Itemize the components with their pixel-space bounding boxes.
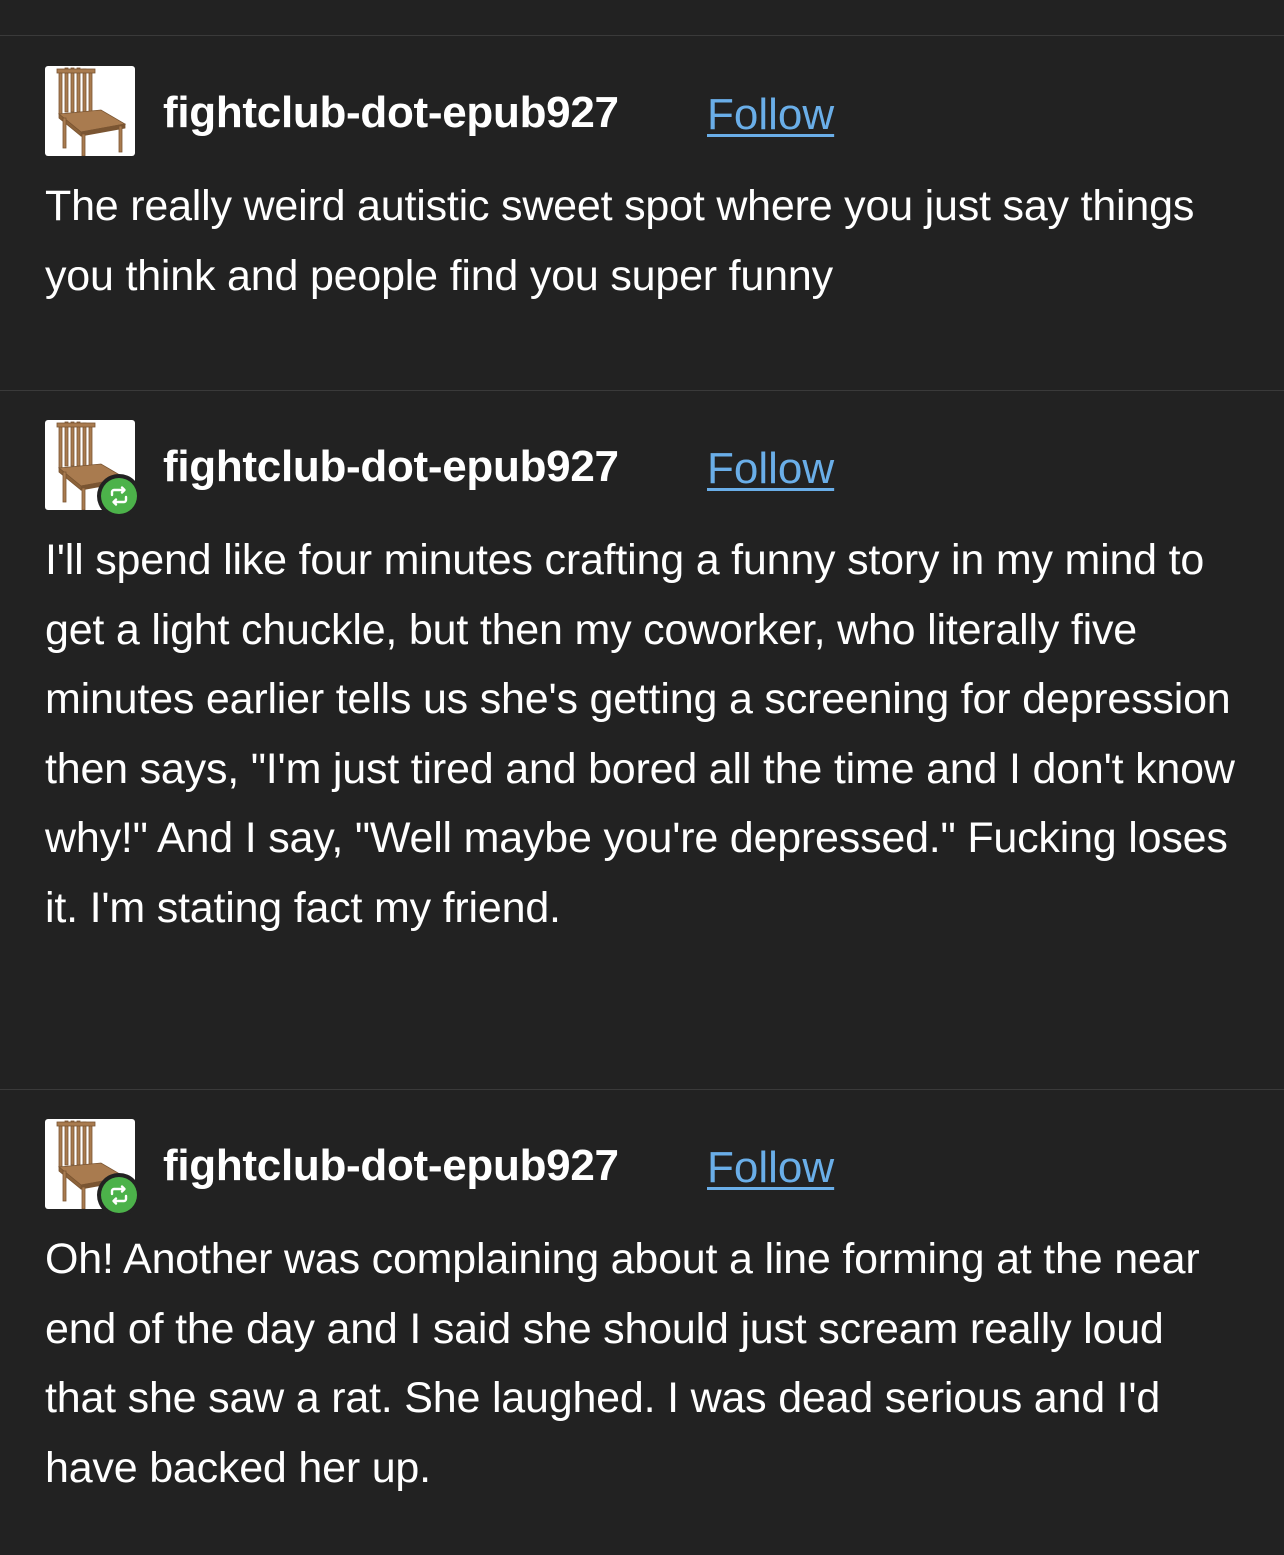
post-divider — [0, 390, 1284, 391]
username[interactable]: fightclub-dot-epub927 — [163, 1141, 619, 1191]
post-text: The really weird autistic sweet spot whe… — [45, 182, 1195, 300]
post-text: Oh! Another was complaining about a line… — [45, 1235, 1200, 1492]
post-3: fightclub-dot-epub927 Follow Oh! Another… — [0, 1119, 1284, 1503]
reblog-icon — [110, 1185, 128, 1205]
post-divider — [0, 1089, 1284, 1090]
reblog-badge — [97, 474, 141, 518]
avatar[interactable] — [45, 420, 141, 518]
post-2: fightclub-dot-epub927 Follow I'll spend … — [0, 420, 1284, 943]
follow-button[interactable]: Follow — [707, 90, 834, 140]
post-header: fightclub-dot-epub927 Follow — [0, 66, 1284, 156]
follow-button[interactable]: Follow — [707, 444, 834, 494]
reblog-icon — [110, 486, 128, 506]
reblog-badge — [97, 1173, 141, 1217]
post-1: fightclub-dot-epub927 Follow The really … — [0, 66, 1284, 311]
chair-avatar-icon — [56, 67, 127, 156]
username[interactable]: fightclub-dot-epub927 — [163, 88, 619, 138]
avatar[interactable] — [45, 1119, 141, 1217]
post-header: fightclub-dot-epub927 Follow — [0, 420, 1284, 518]
username[interactable]: fightclub-dot-epub927 — [163, 442, 619, 492]
top-divider — [0, 35, 1284, 36]
avatar[interactable] — [45, 66, 135, 156]
post-header: fightclub-dot-epub927 Follow — [0, 1119, 1284, 1217]
post-text: I'll spend like four minutes crafting a … — [45, 536, 1235, 932]
follow-button[interactable]: Follow — [707, 1143, 834, 1193]
